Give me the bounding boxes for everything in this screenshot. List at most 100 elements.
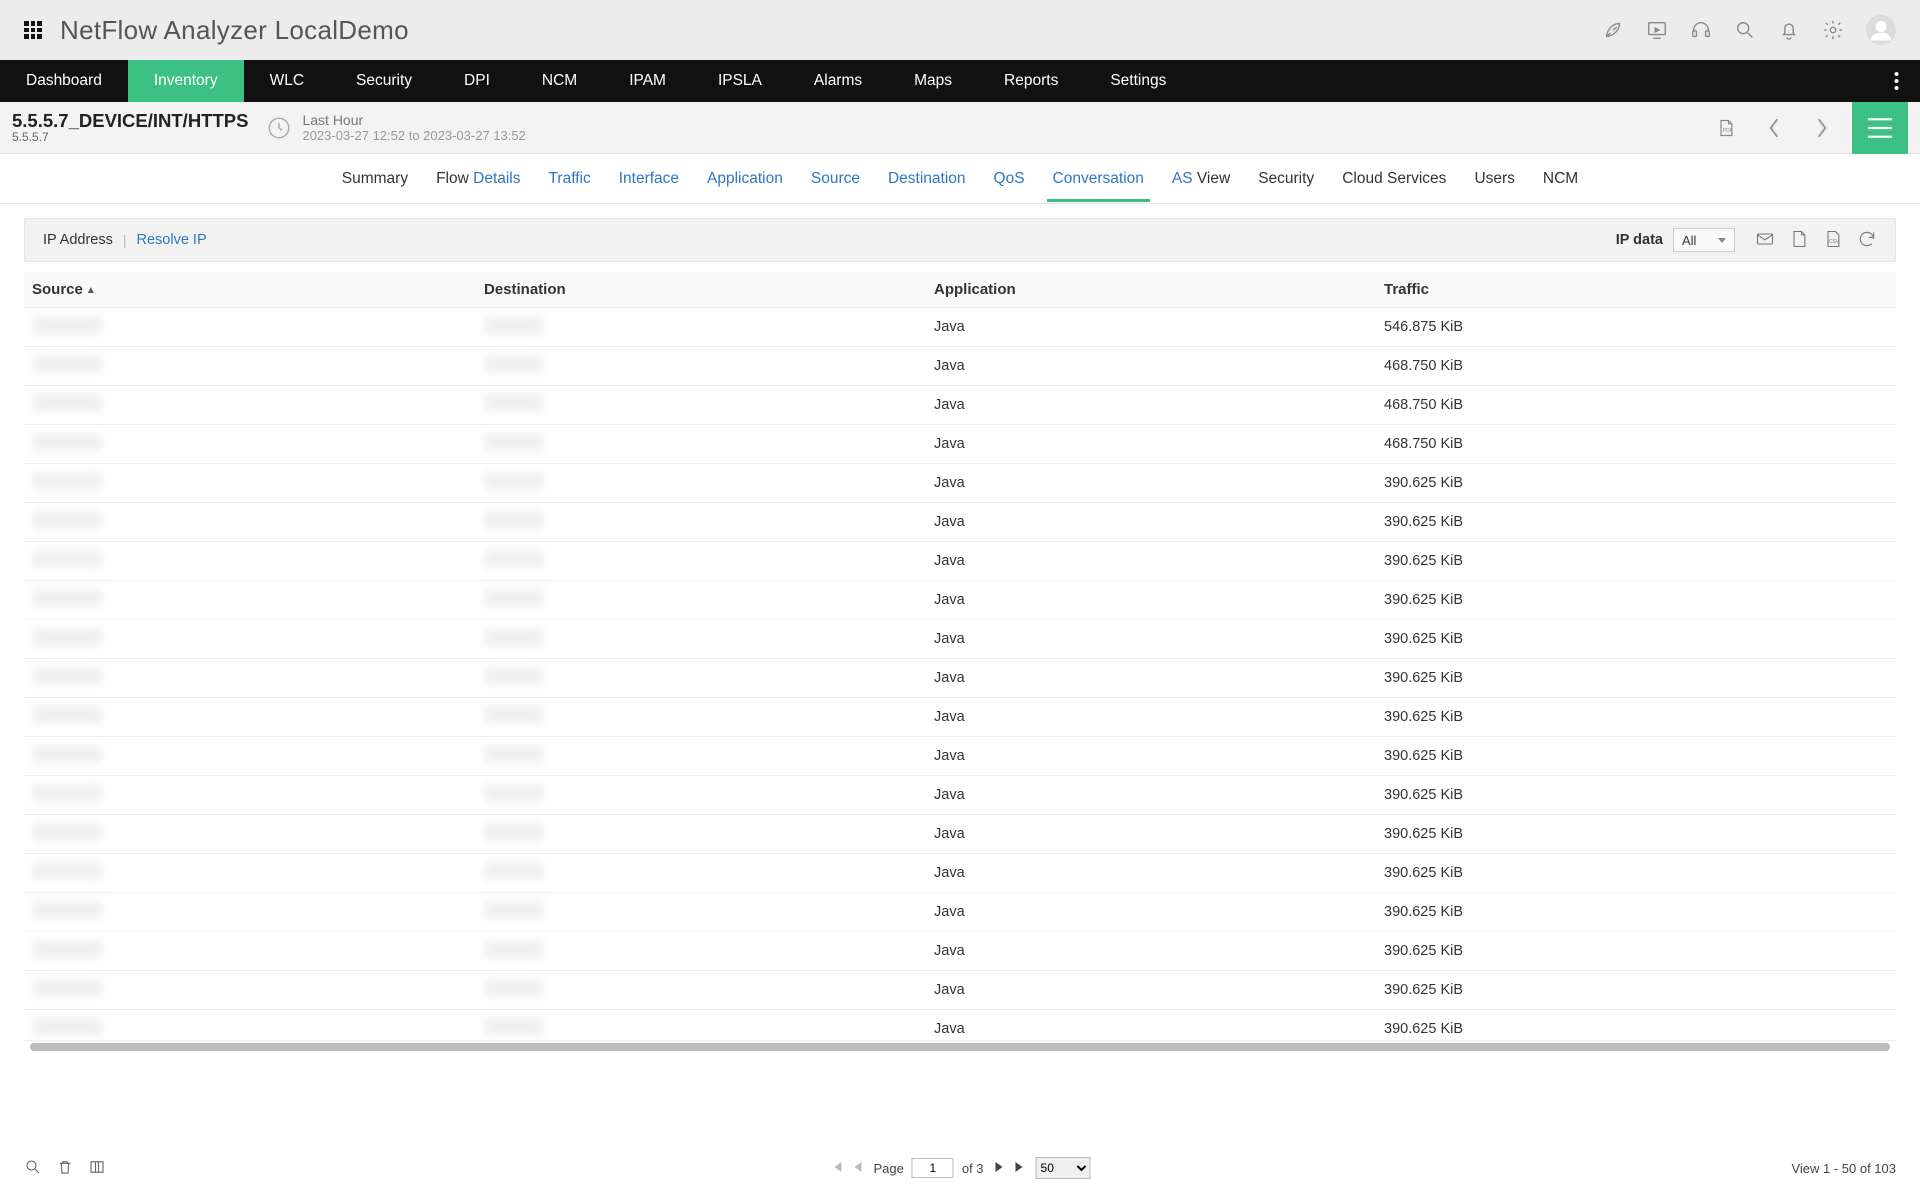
source-ip[interactable] [32, 940, 102, 958]
per-page-select[interactable]: 50 [1036, 1157, 1091, 1179]
destination-ip[interactable] [484, 1018, 544, 1036]
rocket-icon[interactable] [1602, 19, 1624, 41]
destination-ip[interactable] [484, 901, 544, 919]
ip-address-toggle[interactable]: IP Address [43, 232, 113, 248]
table-row[interactable]: Java390.625 KiB [24, 698, 1896, 737]
source-ip[interactable] [32, 784, 102, 802]
table-row[interactable]: Java390.625 KiB [24, 971, 1896, 1010]
next-page-button[interactable] [992, 1160, 1006, 1177]
source-ip[interactable] [32, 706, 102, 724]
table-row[interactable]: Java390.625 KiB [24, 932, 1896, 971]
subtab-security[interactable]: Security [1256, 158, 1316, 200]
apps-icon[interactable] [24, 21, 42, 39]
table-row[interactable]: Java390.625 KiB [24, 464, 1896, 503]
source-ip[interactable] [32, 316, 102, 334]
source-ip[interactable] [32, 901, 102, 919]
destination-ip[interactable] [484, 433, 544, 451]
source-ip[interactable] [32, 511, 102, 529]
gear-icon[interactable] [1822, 19, 1844, 41]
source-ip[interactable] [32, 1018, 102, 1036]
subtab-source[interactable]: Source [809, 158, 862, 200]
last-page-button[interactable] [1014, 1160, 1028, 1177]
next-icon[interactable] [1804, 110, 1840, 146]
time-range[interactable]: Last Hour 2023-03-27 12:52 to 2023-03-27… [266, 112, 525, 143]
destination-ip[interactable] [484, 316, 544, 334]
destination-ip[interactable] [484, 550, 544, 568]
col-traffic[interactable]: Traffic [1384, 281, 1880, 298]
destination-ip[interactable] [484, 784, 544, 802]
source-ip[interactable] [32, 472, 102, 490]
kebab-icon[interactable] [1882, 60, 1910, 102]
table-row[interactable]: Java390.625 KiB [24, 503, 1896, 542]
destination-ip[interactable] [484, 862, 544, 880]
subtab-ncm[interactable]: NCM [1541, 158, 1580, 200]
nav-ncm[interactable]: NCM [516, 60, 603, 102]
prev-page-button[interactable] [851, 1160, 865, 1177]
subtab-destination[interactable]: Destination [886, 158, 968, 200]
table-row[interactable]: Java390.625 KiB [24, 815, 1896, 854]
nav-alarms[interactable]: Alarms [788, 60, 888, 102]
source-ip[interactable] [32, 589, 102, 607]
table-row[interactable]: Java390.625 KiB [24, 776, 1896, 815]
search-icon[interactable] [1734, 19, 1756, 41]
subtab-qos[interactable]: QoS [992, 158, 1027, 200]
export-pdf-icon[interactable]: PDF [1708, 110, 1744, 146]
source-ip[interactable] [32, 433, 102, 451]
footer-trash-icon[interactable] [56, 1158, 74, 1179]
col-source[interactable]: Source▲ [24, 281, 484, 298]
first-page-button[interactable] [829, 1160, 843, 1177]
source-ip[interactable] [32, 745, 102, 763]
subtab-interface[interactable]: Interface [617, 158, 681, 200]
bell-icon[interactable] [1778, 19, 1800, 41]
panel-menu-button[interactable] [1852, 102, 1908, 154]
nav-inventory[interactable]: Inventory [128, 60, 244, 102]
nav-maps[interactable]: Maps [888, 60, 978, 102]
destination-ip[interactable] [484, 979, 544, 997]
table-row[interactable]: Java546.875 KiB [24, 308, 1896, 347]
nav-reports[interactable]: Reports [978, 60, 1084, 102]
destination-ip[interactable] [484, 628, 544, 646]
table-row[interactable]: Java468.750 KiB [24, 386, 1896, 425]
destination-ip[interactable] [484, 823, 544, 841]
table-row[interactable]: Java468.750 KiB [24, 425, 1896, 464]
presentation-icon[interactable] [1646, 19, 1668, 41]
table-row[interactable]: Java390.625 KiB [24, 542, 1896, 581]
source-ip[interactable] [32, 862, 102, 880]
table-body[interactable]: Java546.875 KiB Java468.750 KiBJava468.75… [24, 308, 1896, 1040]
ipdata-select[interactable]: All [1673, 228, 1735, 252]
mail-icon[interactable] [1755, 229, 1775, 252]
source-ip[interactable] [32, 394, 102, 412]
source-ip[interactable] [32, 550, 102, 568]
subtab-users[interactable]: Users [1472, 158, 1516, 200]
source-ip[interactable] [32, 823, 102, 841]
subtab-application[interactable]: Application [705, 158, 785, 200]
table-row[interactable]: Java390.625 KiB [24, 620, 1896, 659]
subtab-traffic[interactable]: Traffic [547, 158, 593, 200]
subtab-flow-details[interactable]: Flow Details [434, 158, 522, 200]
source-ip[interactable] [32, 667, 102, 685]
destination-ip[interactable] [484, 589, 544, 607]
destination-ip[interactable] [484, 745, 544, 763]
destination-ip[interactable] [484, 472, 544, 490]
nav-settings[interactable]: Settings [1084, 60, 1192, 102]
footer-columns-icon[interactable] [88, 1158, 106, 1179]
nav-dpi[interactable]: DPI [438, 60, 516, 102]
destination-ip[interactable] [484, 706, 544, 724]
source-ip[interactable] [32, 355, 102, 373]
table-row[interactable]: Java390.625 KiB [24, 581, 1896, 620]
destination-ip[interactable] [484, 511, 544, 529]
table-row[interactable]: Java390.625 KiB [24, 854, 1896, 893]
destination-ip[interactable] [484, 394, 544, 412]
table-row[interactable]: Java390.625 KiB [24, 659, 1896, 698]
subtab-as-view[interactable]: AS View [1170, 158, 1232, 200]
resolve-ip-link[interactable]: Resolve IP [137, 232, 207, 248]
subtab-cloud-services[interactable]: Cloud Services [1340, 158, 1448, 200]
source-ip[interactable] [32, 628, 102, 646]
page-input[interactable] [912, 1158, 954, 1178]
table-row[interactable]: Java390.625 KiB [24, 1010, 1896, 1040]
destination-ip[interactable] [484, 940, 544, 958]
prev-icon[interactable] [1756, 110, 1792, 146]
horizontal-scrollbar[interactable] [24, 1040, 1896, 1052]
refresh-icon[interactable] [1857, 229, 1877, 252]
col-destination[interactable]: Destination [484, 281, 934, 298]
